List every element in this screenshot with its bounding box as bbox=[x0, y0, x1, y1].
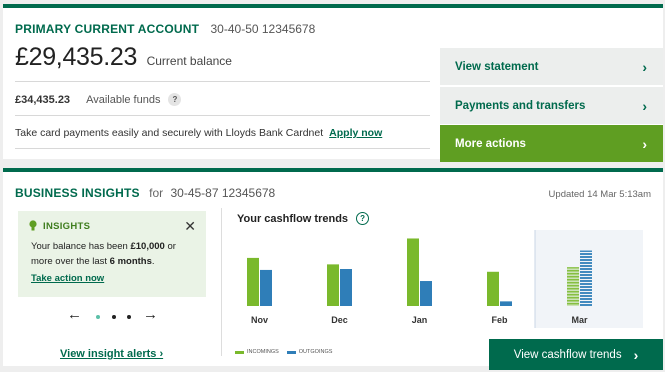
current-balance-label: Current balance bbox=[146, 54, 232, 68]
chart-bar-outgoings bbox=[420, 281, 432, 306]
account-header: PRIMARY CURRENT ACCOUNT 30-40-50 1234567… bbox=[15, 22, 315, 36]
legend-item-incomings: INCOMINGS bbox=[235, 349, 279, 355]
help-icon[interactable]: ? bbox=[168, 93, 182, 106]
divider bbox=[221, 208, 222, 356]
insights-for-label: for bbox=[149, 186, 164, 200]
lightbulb-icon bbox=[29, 220, 37, 231]
x-tick-label: Feb bbox=[491, 315, 508, 325]
chart-bar-outgoings bbox=[340, 269, 352, 306]
chart-bar-incomings bbox=[407, 238, 419, 306]
business-insights-card: BUSINESS INSIGHTS for 30-45-87 12345678 … bbox=[3, 168, 663, 370]
insights-header: BUSINESS INSIGHTS for 30-45-87 12345678 bbox=[15, 186, 275, 200]
view-cashflow-trends-button[interactable]: View cashflow trends › bbox=[489, 339, 663, 370]
legend-swatch bbox=[286, 350, 296, 354]
x-tick-label: Mar bbox=[571, 315, 588, 325]
account-card: PRIMARY CURRENT ACCOUNT 30-40-50 1234567… bbox=[3, 4, 663, 162]
view-statement-button[interactable]: View statement › bbox=[440, 48, 663, 85]
divider bbox=[15, 81, 430, 82]
arrow-left-icon[interactable]: ← bbox=[67, 306, 82, 323]
x-tick-label: Nov bbox=[251, 315, 268, 325]
view-statement-label: View statement bbox=[455, 60, 539, 73]
cashflow-chart: Nov Dec Jan Feb Mar bbox=[247, 230, 643, 328]
payments-transfers-button[interactable]: Payments and transfers › bbox=[440, 87, 663, 124]
cashflow-title-text: Your cashflow trends bbox=[237, 212, 349, 225]
more-actions-button[interactable]: More actions › bbox=[440, 125, 663, 162]
chart-bar-incomings bbox=[247, 257, 259, 306]
cashflow-button-label: View cashflow trends bbox=[513, 348, 622, 361]
carousel-dot-active[interactable] bbox=[96, 315, 100, 319]
chart-bar-incomings bbox=[487, 271, 499, 306]
legend-swatch bbox=[235, 350, 244, 354]
insight-amount: £10,000 bbox=[130, 241, 165, 252]
insight-message: Your balance has been £10,000 or more ov… bbox=[31, 239, 191, 269]
insight-period: 6 months bbox=[109, 256, 152, 267]
insight-label: INSIGHTS bbox=[43, 221, 91, 232]
more-actions-label: More actions bbox=[455, 137, 526, 150]
available-funds-label: Available funds bbox=[86, 93, 161, 106]
legend-label: INCOMINGS bbox=[247, 349, 279, 355]
x-tick-label: Jan bbox=[412, 315, 428, 325]
legend-item-outgoings: OUTGOINGS bbox=[286, 349, 333, 355]
carousel-dot[interactable] bbox=[127, 315, 131, 319]
view-insight-alerts-link[interactable]: View insight alerts › bbox=[60, 348, 163, 360]
carousel-dot[interactable] bbox=[112, 315, 116, 319]
chart-bar-outgoings bbox=[260, 269, 272, 306]
chevron-right-icon: › bbox=[642, 97, 647, 114]
apply-now-link[interactable]: Apply now bbox=[329, 127, 382, 139]
chevron-right-icon: › bbox=[633, 346, 639, 363]
available-funds-row: £34,435.23 Available funds ? bbox=[15, 93, 182, 106]
updated-timestamp: Updated 14 Mar 5:13am bbox=[548, 189, 651, 200]
current-balance: £29,435.23 bbox=[15, 43, 138, 71]
chevron-right-icon: › bbox=[642, 58, 647, 75]
chevron-right-icon: › bbox=[642, 135, 647, 152]
payments-transfers-label: Payments and transfers bbox=[455, 99, 586, 112]
close-icon[interactable]: ✕ bbox=[184, 218, 196, 235]
insight-text: Your balance has been bbox=[31, 241, 131, 252]
take-action-link[interactable]: Take action now bbox=[31, 273, 104, 284]
divider bbox=[15, 115, 430, 116]
legend-label: OUTGOINGS bbox=[298, 349, 333, 355]
available-funds-amount: £34,435.23 bbox=[15, 93, 71, 106]
balance-row: £29,435.23 Current balance bbox=[15, 43, 232, 72]
account-number: 30-40-50 12345678 bbox=[210, 22, 316, 36]
divider bbox=[15, 148, 430, 149]
arrow-right-icon[interactable]: → bbox=[143, 306, 158, 323]
x-tick-label: Dec bbox=[331, 315, 348, 325]
account-name[interactable]: PRIMARY CURRENT ACCOUNT bbox=[15, 22, 199, 36]
insight-text: . bbox=[151, 256, 155, 267]
cardnet-promo: Take card payments easily and securely w… bbox=[15, 127, 382, 139]
promo-text: Take card payments easily and securely w… bbox=[15, 127, 324, 139]
insights-account-number: 30-45-87 12345678 bbox=[170, 186, 276, 200]
chart-bar-incomings bbox=[567, 267, 579, 306]
chart-legend: INCOMINGS OUTGOINGS bbox=[235, 349, 340, 355]
cashflow-title: Your cashflow trends ? bbox=[237, 212, 370, 225]
chart-bar-outgoings bbox=[500, 301, 512, 306]
insights-title: BUSINESS INSIGHTS bbox=[15, 186, 140, 200]
help-icon[interactable]: ? bbox=[356, 212, 370, 225]
insight-card: INSIGHTS ✕ Your balance has been £10,000… bbox=[18, 211, 206, 297]
chart-bar-incomings bbox=[327, 264, 339, 306]
